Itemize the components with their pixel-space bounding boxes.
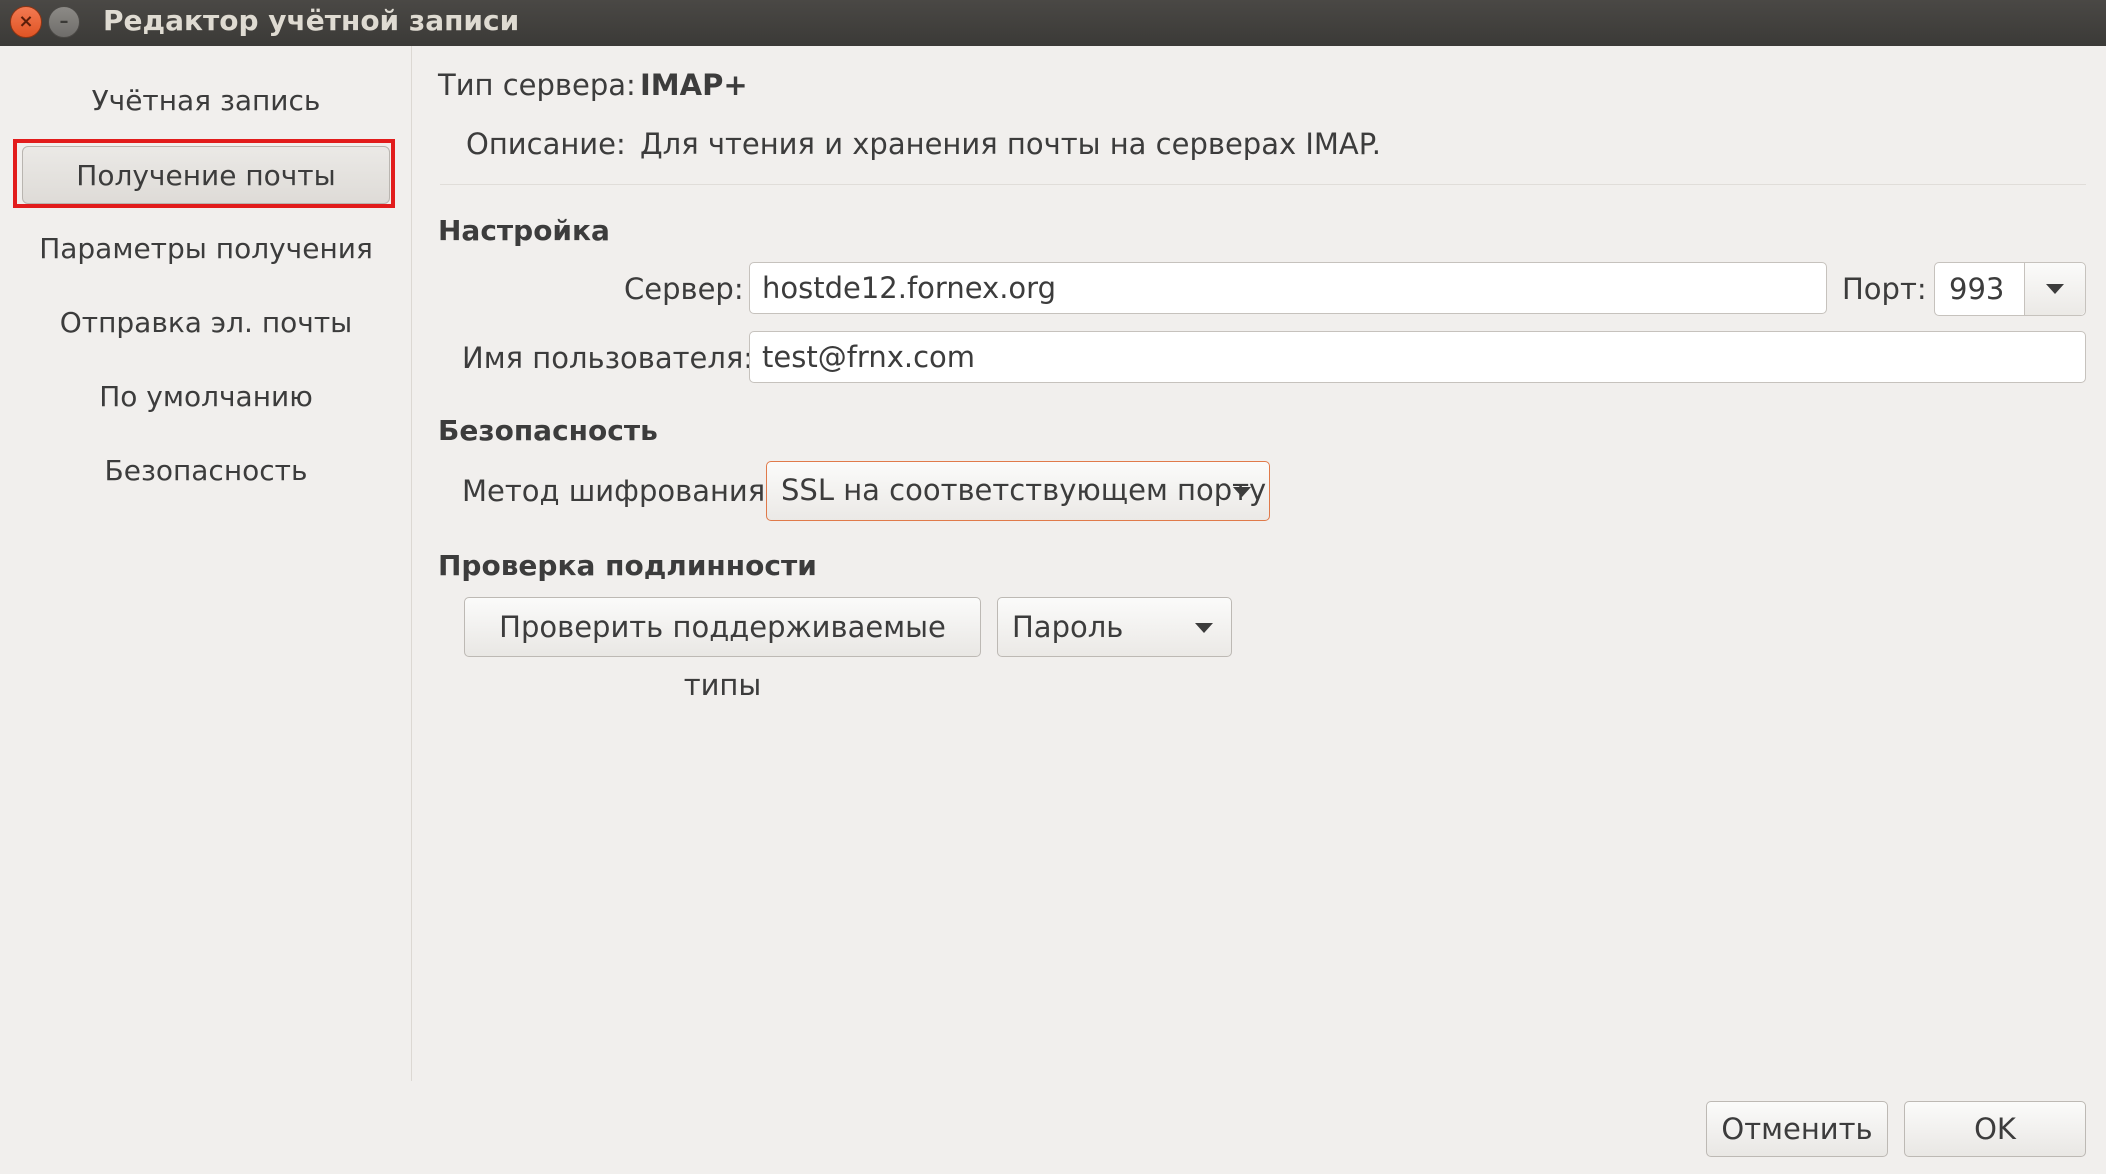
port-spinner[interactable]: 993 <box>1934 262 2086 316</box>
auth-method-dropdown[interactable]: Пароль <box>997 597 1232 657</box>
sidebar-item-receiving-options[interactable]: Параметры получения <box>22 219 390 279</box>
sidebar-item-security[interactable]: Безопасность <box>22 441 390 501</box>
selection-highlight <box>13 139 395 208</box>
server-label: Сервер: <box>624 272 744 306</box>
ok-button[interactable]: OK <box>1904 1101 2086 1157</box>
port-label: Порт: <box>1842 272 1927 306</box>
minimize-icon[interactable]: – <box>48 6 80 38</box>
auth-method-value: Пароль <box>1012 610 1124 644</box>
encryption-dropdown[interactable]: SSL на соответствующем порту <box>766 461 1270 521</box>
title-bar: × – Редактор учётной записи <box>0 0 2106 46</box>
check-supported-types-button[interactable]: Проверить поддерживаемые типы <box>464 597 981 702</box>
sidebar-item-defaults[interactable]: По умолчанию <box>22 367 390 427</box>
chevron-down-icon <box>1233 487 1251 497</box>
encryption-label: Метод шифрования: <box>462 474 775 508</box>
description-label: Описание: <box>466 127 626 161</box>
window-title: Редактор учётной записи <box>103 4 520 37</box>
sidebar-item-sending-mail[interactable]: Отправка эл. почты <box>22 293 390 353</box>
username-label: Имя пользователя: <box>462 341 754 375</box>
security-heading: Безопасность <box>438 414 658 447</box>
sidebar-item-account[interactable]: Учётная запись <box>22 71 390 131</box>
encryption-value: SSL на соответствующем порту <box>781 473 1267 507</box>
auth-heading: Проверка подлинности <box>438 549 817 582</box>
server-type-label: Тип сервера: <box>438 68 636 102</box>
cancel-button[interactable]: Отменить <box>1706 1101 1888 1157</box>
server-input[interactable]: hostde12.fornex.org <box>749 262 1827 314</box>
settings-heading: Настройка <box>438 214 610 247</box>
description-value: Для чтения и хранения почты на серверах … <box>640 127 1381 161</box>
port-value[interactable]: 993 <box>1949 263 2004 315</box>
port-dropdown-button[interactable] <box>2024 263 2085 315</box>
server-type-value: IMAP+ <box>640 68 748 102</box>
username-input[interactable]: test@frnx.com <box>749 331 2086 383</box>
close-icon[interactable]: × <box>10 6 42 38</box>
chevron-down-icon <box>2046 284 2064 294</box>
divider <box>440 184 2086 185</box>
chevron-down-icon <box>1195 623 1213 633</box>
